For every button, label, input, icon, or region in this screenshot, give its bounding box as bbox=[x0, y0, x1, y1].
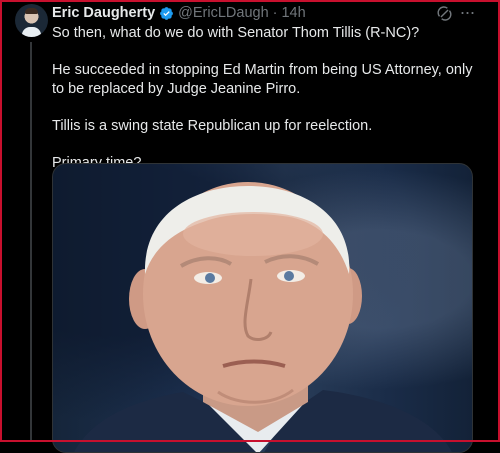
more-icon[interactable]: ··· bbox=[457, 3, 477, 23]
author-avatar[interactable] bbox=[15, 4, 48, 37]
tweet-header: Eric Daugherty @EricLDaugh · 14h bbox=[52, 4, 306, 22]
author-name[interactable]: Eric Daugherty bbox=[52, 5, 155, 21]
tweet-paragraph: Tillis is a swing state Republican up fo… bbox=[52, 118, 373, 134]
verified-badge-icon bbox=[160, 6, 174, 20]
thread-line bbox=[30, 42, 32, 442]
tweet-paragraph: So then, what do we do with Senator Thom… bbox=[52, 25, 420, 41]
avatar-shirt bbox=[22, 27, 41, 37]
header-separator: · bbox=[272, 5, 278, 21]
author-handle[interactable]: @EricLDaugh bbox=[178, 5, 268, 21]
avatar-hair bbox=[25, 8, 38, 14]
photo-portrait bbox=[74, 182, 452, 452]
tweet-time[interactable]: 14h bbox=[281, 5, 305, 21]
tweet[interactable]: Eric Daugherty @EricLDaugh · 14h ··· So … bbox=[0, 0, 500, 453]
grok-icon[interactable] bbox=[436, 5, 453, 22]
tweet-photo[interactable] bbox=[52, 163, 473, 453]
tweet-paragraph: He succeeded in stopping Ed Martin from … bbox=[52, 62, 473, 97]
